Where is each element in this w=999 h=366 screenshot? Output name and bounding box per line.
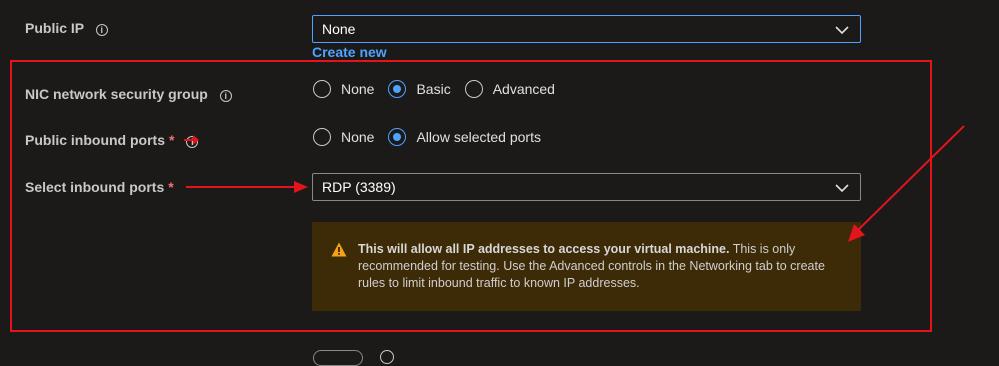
annotation-arrow-horizontal [186,181,308,193]
radio-unchecked-icon[interactable] [313,80,331,98]
select-inbound-label: Select inbound ports * [25,179,174,195]
required-asterisk: * [168,179,174,195]
inbound-option-none-label: None [341,129,375,145]
chevron-down-icon [835,26,849,35]
annotation-arrow-small [184,135,199,145]
public-inbound-label: Public inbound ports * i [25,132,199,148]
public-ip-label-text: Public IP [25,20,84,36]
radio-unchecked-icon[interactable] [313,128,331,146]
create-new-link[interactable]: Create new [312,44,387,60]
radio-checked-icon[interactable] [388,80,407,98]
public-inbound-label-text: Public inbound ports [25,132,165,148]
nsg-option-basic-label: Basic [416,81,451,97]
info-icon[interactable]: i [95,24,108,36]
nic-nsg-radio-group: None Basic Advanced [313,80,569,98]
radio-unchecked-icon[interactable] [464,80,483,98]
inbound-option-allow-label: Allow selected ports [416,129,541,145]
public-ip-label: Public IP i [25,20,108,36]
inbound-option-allow[interactable]: Allow selected ports [388,128,541,146]
warning-icon [331,242,347,257]
partial-toggle[interactable] [313,350,363,366]
required-asterisk: * [169,132,175,148]
nsg-option-none-label: None [341,81,375,97]
nsg-option-advanced-label: Advanced [492,81,555,97]
select-inbound-value: RDP (3389) [322,179,396,195]
public-ip-select[interactable]: None [312,15,861,43]
public-inbound-radio-group: None Allow selected ports [313,128,555,146]
nsg-option-none[interactable]: None [313,80,374,98]
inbound-option-none[interactable]: None [313,128,374,146]
select-inbound-ports[interactable]: RDP (3389) [312,173,861,201]
public-ip-value: None [322,21,356,37]
warning-banner: This will allow all IP addresses to acce… [312,222,861,311]
select-inbound-label-text: Select inbound ports [25,179,165,195]
partial-info-icon [380,350,394,364]
nsg-option-advanced[interactable]: Advanced [464,80,555,98]
nic-nsg-label-text: NIC network security group [25,86,208,102]
nic-nsg-label: NIC network security group i [25,86,232,102]
info-icon[interactable]: i [219,90,232,102]
annotation-arrow-diagonal [848,125,965,242]
radio-checked-icon[interactable] [388,128,407,146]
nsg-option-basic[interactable]: Basic [388,80,451,98]
warning-bold-text: This will allow all IP addresses to acce… [358,242,730,256]
